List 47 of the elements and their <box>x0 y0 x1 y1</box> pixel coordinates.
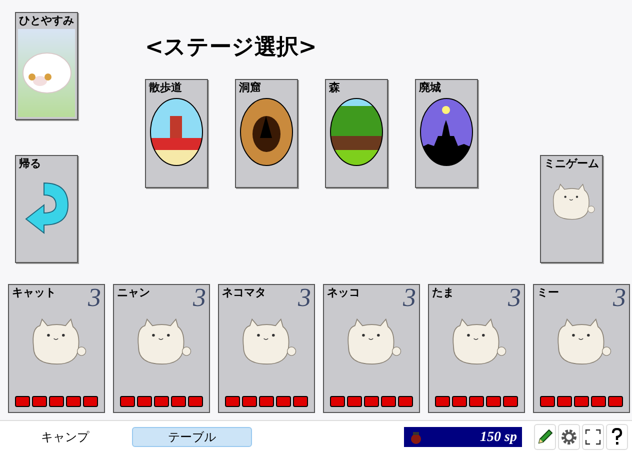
cat-card[interactable]: ミー 3 <box>533 284 630 413</box>
pencil-icon <box>536 428 554 446</box>
card-label: ネッコ <box>327 285 360 301</box>
cost-number: 3 <box>298 285 311 311</box>
card-label: ネコマタ <box>222 285 266 301</box>
stage-card[interactable]: 森 <box>325 79 388 188</box>
stage-card[interactable]: 洞窟 <box>235 79 298 188</box>
stage-card[interactable]: 廃城 <box>415 79 478 188</box>
cave-picture-icon <box>240 98 293 166</box>
stage-select-title: <ステージ選択> <box>145 34 318 62</box>
stage-card[interactable]: 散歩道 <box>145 79 208 188</box>
minigame-card[interactable]: ミニゲーム <box>540 155 603 263</box>
cat-card[interactable]: ニャン 3 <box>113 284 210 413</box>
cost-number: 3 <box>193 285 206 311</box>
card-label: 帰る <box>18 156 41 171</box>
sheep-icon <box>22 51 72 95</box>
card-label: ミー <box>537 285 559 301</box>
card-label: 廃城 <box>418 80 441 95</box>
purse-icon <box>409 430 423 444</box>
cost-number: 3 <box>613 285 626 311</box>
card-label: ニャン <box>117 285 150 301</box>
cat-card[interactable]: ネコマタ 3 <box>218 284 315 413</box>
toolbar-button[interactable] <box>606 424 628 450</box>
card-label: キャット <box>12 285 56 301</box>
card-label: ミニゲーム <box>543 156 599 171</box>
money-amount: 150 sp <box>480 428 517 446</box>
tab[interactable]: キャンプ <box>10 427 120 447</box>
fullscreen-icon <box>585 429 601 445</box>
toolbar-button[interactable] <box>582 424 604 450</box>
toolbar-button[interactable] <box>558 424 580 450</box>
card-label: ひとやすみ <box>18 13 74 28</box>
card-label: 散歩道 <box>148 80 182 95</box>
rest-card[interactable]: ひとやすみ <box>15 12 78 120</box>
cost-number: 3 <box>403 285 416 311</box>
cost-number: 3 <box>88 285 101 311</box>
help-icon <box>611 428 623 446</box>
tab[interactable]: テーブル <box>132 427 252 447</box>
card-label: 森 <box>328 80 340 95</box>
back-card[interactable]: 帰る <box>15 155 78 263</box>
card-label: たま <box>432 285 454 301</box>
cat-card[interactable]: ネッコ 3 <box>323 284 420 413</box>
cat-card[interactable]: たま 3 <box>428 284 525 413</box>
card-label: 洞窟 <box>238 80 261 95</box>
settings-icon <box>560 428 578 446</box>
cat-card[interactable]: キャット 3 <box>8 284 105 413</box>
cost-number: 3 <box>508 285 521 311</box>
toolbar-button[interactable] <box>534 424 556 450</box>
